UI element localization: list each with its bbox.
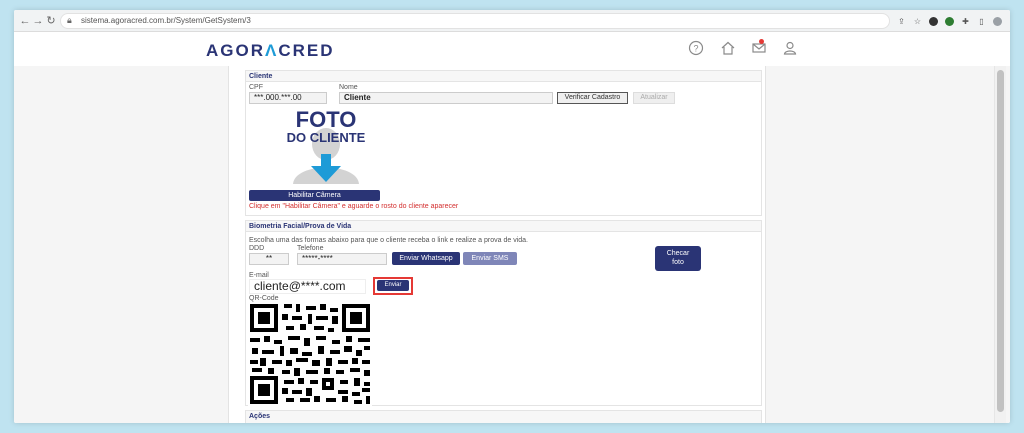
- share-icon[interactable]: ⇪: [897, 17, 906, 26]
- page-scrollbar[interactable]: [994, 66, 1006, 423]
- ddd-input[interactable]: **: [249, 253, 289, 265]
- address-bar[interactable]: 🔒︎ sistema.agoracred.com.br/System/GetSy…: [60, 13, 890, 29]
- sidebar-icon[interactable]: ▯: [977, 17, 986, 26]
- app-header: AGORΛCRED ?: [14, 32, 1010, 66]
- page-content: Cliente CPF ***.000.***.00 Nome Cliente …: [14, 66, 1010, 423]
- svg-text:?: ?: [693, 44, 698, 54]
- main-panel: Cliente CPF ***.000.***.00 Nome Cliente …: [228, 66, 766, 423]
- verificar-cadastro-button[interactable]: Verificar Cadastro: [557, 92, 628, 104]
- lock-icon: 🔒︎: [67, 15, 72, 25]
- forward-icon[interactable]: →: [31, 13, 45, 29]
- client-photo-placeholder: FOTO DO CLIENTE: [281, 107, 371, 184]
- enviar-sms-button[interactable]: Enviar SMS: [463, 252, 517, 265]
- browser-toolbar: ← → ↻ 🔒︎ sistema.agoracred.com.br/System…: [14, 10, 1010, 32]
- email-input[interactable]: cliente@****.com: [249, 279, 366, 294]
- checar-foto-label-1: Checar: [666, 250, 690, 257]
- email-label: E-mail: [249, 272, 269, 279]
- nome-label: Nome: [339, 84, 358, 91]
- section-title: Ações: [246, 411, 761, 423]
- telefone-label: Telefone: [297, 245, 324, 252]
- biometria-section: Biometria Facial/Prova de Vida Escolha u…: [245, 220, 762, 406]
- extension-icons: ⇪ ☆ ✚ ▯: [897, 14, 1002, 28]
- section-title: Biometria Facial/Prova de Vida: [246, 221, 761, 232]
- telefone-input[interactable]: *****-****: [297, 253, 387, 265]
- habilitar-camera-button[interactable]: Habilitar Câmera: [249, 190, 380, 201]
- screenshot-frame: ← → ↻ 🔒︎ sistema.agoracred.com.br/System…: [14, 10, 1010, 423]
- home-icon[interactable]: [720, 40, 736, 56]
- back-icon[interactable]: ←: [18, 13, 32, 29]
- extension-icon[interactable]: [929, 16, 938, 26]
- cliente-section: Cliente CPF ***.000.***.00 Nome Cliente …: [245, 70, 762, 216]
- checar-foto-label-2: foto: [672, 259, 684, 266]
- atualizar-button[interactable]: Atualizar: [633, 92, 675, 104]
- section-title: Cliente: [246, 71, 761, 82]
- enviar-email-button[interactable]: Enviar: [377, 280, 409, 291]
- instructions-text: Escolha uma das formas abaixo para que o…: [249, 237, 528, 244]
- star-icon[interactable]: ☆: [913, 17, 922, 26]
- qr-label: QR-Code: [249, 295, 279, 302]
- notification-badge: [759, 39, 764, 44]
- extension-icon[interactable]: [945, 16, 954, 26]
- qr-code-image: [248, 302, 372, 406]
- enviar-whatsapp-button[interactable]: Enviar Whatsapp: [392, 252, 460, 265]
- agoracred-logo[interactable]: AGORΛCRED: [206, 41, 335, 61]
- cpf-label: CPF: [249, 84, 263, 91]
- profile-icon[interactable]: [993, 16, 1002, 26]
- user-icon[interactable]: [782, 40, 798, 56]
- reload-icon[interactable]: ↻: [44, 13, 58, 29]
- cpf-input[interactable]: ***.000.***.00: [249, 92, 327, 104]
- photo-subtitle: DO CLIENTE: [286, 130, 366, 145]
- scrollbar-thumb[interactable]: [997, 70, 1004, 412]
- ddd-label: DDD: [249, 245, 265, 252]
- acoes-section: Ações: [245, 410, 762, 423]
- nome-input[interactable]: Cliente: [339, 92, 553, 104]
- help-icon[interactable]: ?: [688, 40, 704, 56]
- camera-hint: Clique em "Habilitar Câmera" e aguarde o…: [249, 203, 459, 210]
- checar-foto-button[interactable]: Checar foto: [655, 246, 701, 271]
- puzzle-icon[interactable]: ✚: [961, 17, 970, 26]
- url-text: sistema.agoracred.com.br/System/GetSyste…: [81, 16, 251, 25]
